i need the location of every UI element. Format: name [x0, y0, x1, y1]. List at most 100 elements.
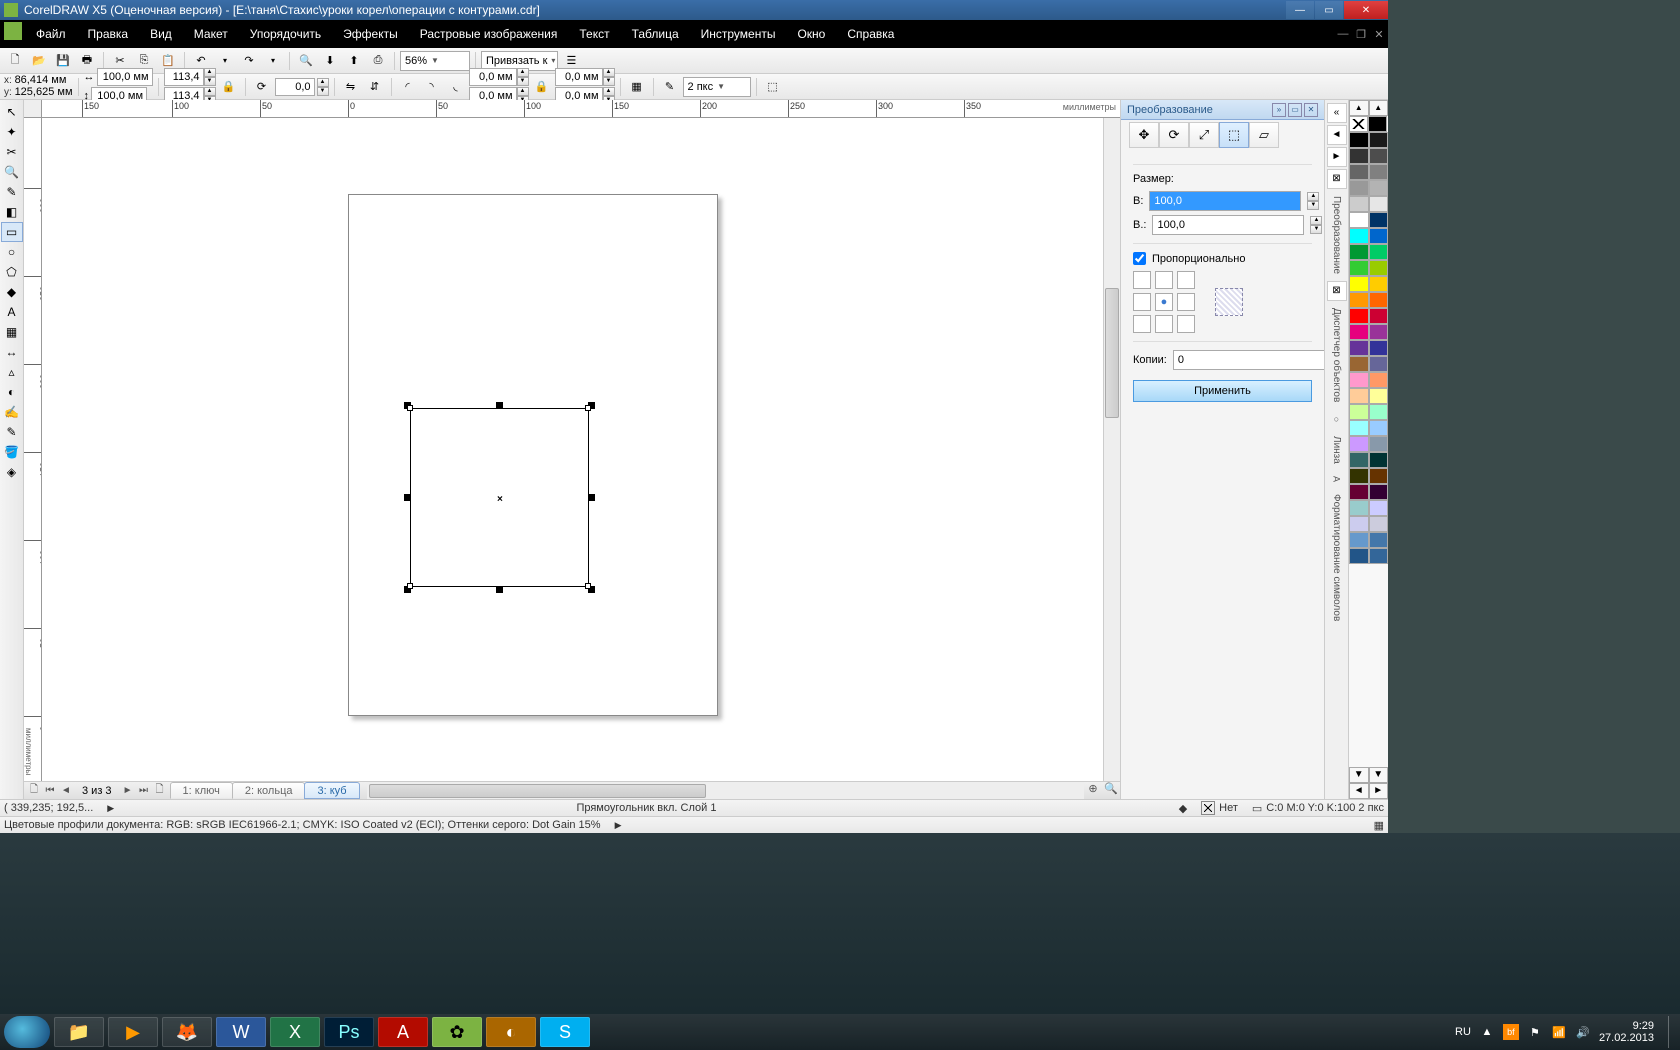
- mirror-v-icon[interactable]: ⇵: [364, 76, 386, 98]
- canvas[interactable]: ×: [42, 118, 1103, 781]
- scroll-thumb-h[interactable]: [369, 784, 706, 798]
- palette-down2-icon[interactable]: ▼: [1369, 767, 1389, 783]
- page-last-icon[interactable]: ⏭: [136, 785, 152, 796]
- corner-lock-icon[interactable]: 🔒: [531, 76, 553, 98]
- smart-fill-icon[interactable]: ◧: [1, 202, 23, 222]
- color-swatch[interactable]: [1349, 356, 1369, 372]
- page-tab[interactable]: 3: куб: [304, 782, 359, 799]
- color-swatch[interactable]: [1369, 484, 1389, 500]
- color-swatch[interactable]: [1369, 148, 1389, 164]
- redo-icon[interactable]: ↷: [238, 50, 260, 72]
- ellipse-tool-icon[interactable]: ○: [1, 242, 23, 262]
- color-swatch[interactable]: [1349, 468, 1369, 484]
- navigator-zoom-icon[interactable]: 🔍: [1102, 782, 1120, 799]
- new-icon[interactable]: 🗋: [4, 50, 26, 72]
- palette-down1-icon[interactable]: ▼: [1349, 767, 1369, 783]
- color-swatch[interactable]: [1349, 404, 1369, 420]
- color-swatch[interactable]: [1349, 532, 1369, 548]
- strip-arrow-right-icon[interactable]: ►: [1327, 147, 1347, 167]
- task-word-icon[interactable]: W: [216, 1017, 266, 1047]
- task-firefox-icon[interactable]: 🦊: [162, 1017, 212, 1047]
- color-swatch[interactable]: [1369, 420, 1389, 436]
- proportional-checkbox[interactable]: [1133, 252, 1146, 265]
- mirror-h-icon[interactable]: ⇋: [340, 76, 362, 98]
- undo-dropdown-icon[interactable]: ▾: [214, 50, 236, 72]
- color-swatch[interactable]: [1349, 500, 1369, 516]
- close-button[interactable]: ✕: [1344, 1, 1388, 19]
- lock-ratio-icon[interactable]: 🔒: [218, 76, 240, 98]
- color-swatch[interactable]: [1349, 244, 1369, 260]
- color-swatch[interactable]: [1349, 228, 1369, 244]
- menu-help[interactable]: Справка: [837, 23, 904, 45]
- page-tab[interactable]: 1: ключ: [170, 782, 233, 799]
- color-swatch[interactable]: [1349, 276, 1369, 292]
- prop-width-input[interactable]: [97, 68, 153, 86]
- strip-close-icon[interactable]: ⊠: [1327, 169, 1347, 189]
- transform-size-tab[interactable]: ⬚: [1219, 122, 1249, 148]
- redo-dropdown-icon[interactable]: ▾: [262, 50, 284, 72]
- strip-tab-lens[interactable]: Линза: [1331, 436, 1342, 464]
- color-swatch[interactable]: [1369, 388, 1389, 404]
- menu-tools[interactable]: Инструменты: [691, 23, 786, 45]
- shape-tool-icon[interactable]: ✦: [1, 122, 23, 142]
- page-add-icon[interactable]: 🗋: [26, 782, 42, 799]
- strip-tab-objmgr[interactable]: Диспетчер объектов: [1331, 308, 1342, 402]
- page-tab[interactable]: 2: кольца: [232, 782, 306, 799]
- apply-button[interactable]: Применить: [1133, 380, 1312, 402]
- color-swatch[interactable]: [1369, 164, 1389, 180]
- docker-collapse-icon[interactable]: »: [1272, 103, 1286, 117]
- task-dc-icon[interactable]: ◐: [486, 1017, 536, 1047]
- task-corel-icon[interactable]: ✿: [432, 1017, 482, 1047]
- eyedropper-icon[interactable]: ✍: [1, 402, 23, 422]
- palette-next-icon[interactable]: ►: [1369, 783, 1389, 799]
- menu-bitmaps[interactable]: Растровые изображения: [410, 23, 568, 45]
- strip-tab-transform[interactable]: Преобразование: [1331, 196, 1342, 274]
- selection-rectangle[interactable]: ×: [410, 408, 589, 587]
- corner-tl-input[interactable]: [469, 68, 517, 86]
- outline-width-combo[interactable]: 2 пкс▼: [683, 77, 751, 97]
- prop-scale-x-input[interactable]: [164, 68, 204, 86]
- task-excel-icon[interactable]: X: [270, 1017, 320, 1047]
- minimize-button[interactable]: —: [1286, 1, 1314, 19]
- doc-restore-icon[interactable]: ❐: [1352, 28, 1370, 41]
- rectangle-tool-icon[interactable]: ▭: [1, 222, 23, 242]
- menu-window[interactable]: Окно: [787, 23, 835, 45]
- task-acrobat-icon[interactable]: A: [378, 1017, 428, 1047]
- docker-close-icon[interactable]: ✕: [1304, 103, 1318, 117]
- maximize-button[interactable]: ▭: [1315, 1, 1343, 19]
- color-swatch[interactable]: [1369, 244, 1389, 260]
- doc-close-icon[interactable]: ✕: [1370, 28, 1388, 41]
- menu-edit[interactable]: Правка: [78, 23, 139, 45]
- color-swatch[interactable]: [1349, 452, 1369, 468]
- tray-network-icon[interactable]: 📶: [1551, 1024, 1567, 1040]
- menu-table[interactable]: Таблица: [622, 23, 689, 45]
- corner-round-icon[interactable]: ◜: [397, 76, 419, 98]
- color-swatch[interactable]: [1349, 212, 1369, 228]
- color-swatch[interactable]: [1369, 468, 1389, 484]
- scroll-thumb[interactable]: [1105, 288, 1119, 418]
- publish-icon[interactable]: ⎙: [367, 50, 389, 72]
- page-prev-icon[interactable]: ◄: [58, 785, 74, 796]
- ruler-origin[interactable]: [24, 100, 42, 118]
- color-swatch[interactable]: [1369, 180, 1389, 196]
- color-swatch[interactable]: [1349, 436, 1369, 452]
- color-swatch[interactable]: [1349, 484, 1369, 500]
- task-wmp-icon[interactable]: ▶: [108, 1017, 158, 1047]
- color-swatch[interactable]: [1369, 276, 1389, 292]
- task-skype-icon[interactable]: S: [540, 1017, 590, 1047]
- color-swatch[interactable]: [1349, 260, 1369, 276]
- color-swatch[interactable]: [1369, 196, 1389, 212]
- color-swatch[interactable]: [1349, 372, 1369, 388]
- color-swatch[interactable]: [1349, 340, 1369, 356]
- color-swatch[interactable]: [1369, 404, 1389, 420]
- color-swatch[interactable]: [1369, 228, 1389, 244]
- tray-lang[interactable]: RU: [1455, 1026, 1471, 1038]
- transform-scale-tab[interactable]: ⤢: [1189, 122, 1219, 148]
- outline-tool-icon[interactable]: ✎: [1, 422, 23, 442]
- page-add-after-icon[interactable]: 🗋: [152, 782, 168, 799]
- freehand-tool-icon[interactable]: ✎: [1, 182, 23, 202]
- color-swatch[interactable]: [1349, 292, 1369, 308]
- search-icon[interactable]: 🔍: [295, 50, 317, 72]
- color-swatch[interactable]: [1369, 516, 1389, 532]
- palette-up1-icon[interactable]: ▲: [1349, 100, 1369, 116]
